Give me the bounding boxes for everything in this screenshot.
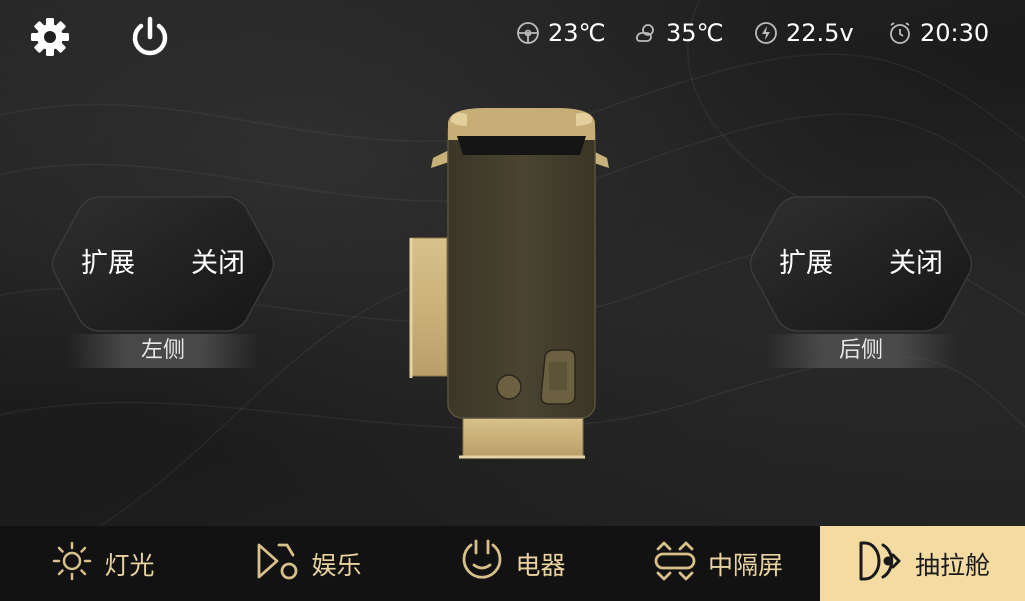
left-side-caption: 左侧 [68, 334, 258, 368]
steering-wheel-icon [516, 21, 540, 45]
nav-item-entertainment[interactable]: 娱乐 [205, 526, 410, 601]
time-status: 20:30 [888, 16, 989, 50]
nav-label-appliances: 电器 [515, 550, 566, 580]
nav-item-appliances[interactable]: 电器 [410, 526, 615, 601]
bottom-nav: 灯光 娱乐 电器 中隔屏 抽拉舱 [0, 526, 1025, 601]
alarm-clock-icon [888, 21, 912, 45]
power-socket-icon [459, 539, 505, 589]
vehicle-top-view [405, 100, 625, 465]
nav-label-slide-out-cabin: 抽拉舱 [914, 550, 990, 580]
power-icon [128, 15, 172, 63]
nav-label-partition-screen: 中隔屏 [707, 550, 783, 580]
partition-screen-icon [652, 539, 698, 589]
settings-button[interactable] [27, 16, 73, 62]
temperature-outside-value: 35℃ [666, 19, 724, 47]
nav-item-partition-screen[interactable]: 中隔屏 [615, 526, 820, 601]
nav-label-lights: 灯光 [104, 550, 155, 580]
nav-label-entertainment: 娱乐 [311, 550, 362, 580]
nav-item-lights[interactable]: 灯光 [0, 526, 205, 601]
rear-expand-button[interactable]: 扩展 [766, 242, 846, 286]
gear-icon [28, 15, 72, 63]
sun-icon [50, 539, 94, 589]
battery-bolt-icon [754, 21, 778, 45]
rear-close-button[interactable]: 关闭 [876, 242, 956, 286]
voltage-value: 22.5v [786, 19, 854, 47]
slide-out-cabin-icon [855, 539, 905, 589]
nav-item-slide-out-cabin[interactable]: 抽拉舱 [820, 526, 1025, 601]
sun-cloud-icon [634, 21, 658, 45]
time-value: 20:30 [920, 19, 990, 47]
left-close-button[interactable]: 关闭 [178, 242, 258, 286]
power-button[interactable] [127, 16, 173, 62]
voltage-status: 22.5v [754, 16, 854, 50]
temperature-inside-value: 23℃ [548, 19, 606, 47]
top-bar: 23℃ 35℃ 22.5v 20:30 [0, 0, 1025, 70]
music-note-icon [253, 539, 301, 589]
rear-side-caption: 后侧 [766, 334, 956, 368]
temperature-inside-status: 23℃ [516, 16, 606, 50]
left-side-control: 扩展 关闭 [52, 196, 274, 332]
temperature-outside-status: 35℃ [634, 16, 724, 50]
rear-side-control: 扩展 关闭 [750, 196, 972, 332]
left-expand-button[interactable]: 扩展 [68, 242, 148, 286]
